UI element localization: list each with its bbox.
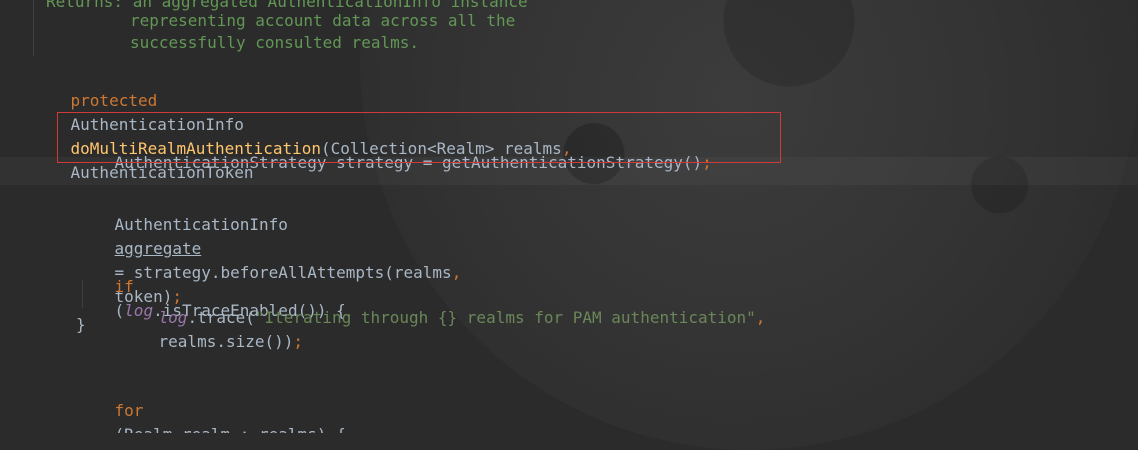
for-loop-line[interactable]: for (Realm realm : realms) {: [76, 375, 346, 433]
trace-message-string: "Iterating through {} realms for PAM aut…: [254, 308, 756, 327]
arg-comma: ,: [451, 263, 462, 282]
doc-comment-line-3: successfully consulted realms.: [130, 33, 419, 52]
realms-size-call: realms.size()): [158, 332, 294, 351]
method-signature-line[interactable]: protected AuthenticationInfo doMultiReal…: [32, 65, 572, 182]
log-field[interactable]: log: [159, 308, 188, 327]
log-trace-line[interactable]: log.trace("Iterating through {} realms f…: [120, 282, 766, 351]
keyword-protected: protected: [70, 91, 158, 110]
for-loop-header: (Realm realm : realms) {: [115, 425, 346, 433]
indent-guide: [33, 0, 34, 56]
doc-comment-line-2: representing account data across all the: [130, 11, 516, 30]
arg-comma: ,: [755, 308, 766, 327]
keyword-for: for: [114, 401, 144, 420]
closing-brace-line: }: [76, 315, 86, 334]
aggregate-assignment-line[interactable]: AuthenticationInfo aggregate = strategy.…: [76, 189, 462, 306]
trace-call: .trace(: [187, 308, 255, 327]
red-highlight-box: [57, 112, 781, 163]
semicolon: ;: [293, 332, 304, 351]
aggregate-type: AuthenticationInfo: [114, 215, 288, 234]
code-editor[interactable]: Returns: an aggregated AuthenticationInf…: [0, 0, 1138, 433]
if-statement-line[interactable]: if (log.isTraceEnabled()) {: [76, 251, 346, 320]
